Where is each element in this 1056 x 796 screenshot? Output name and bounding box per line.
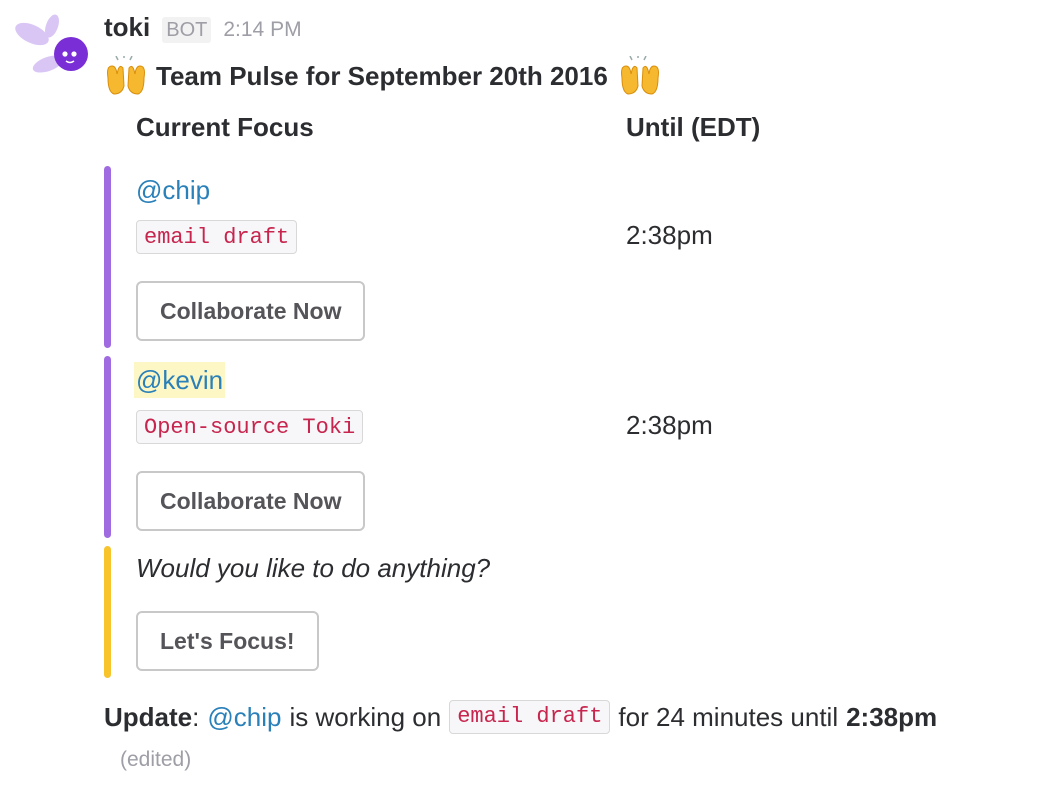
attachment-accent-bar <box>104 166 111 348</box>
update-colon: : <box>192 701 200 732</box>
collaborate-now-button[interactable]: Collaborate Now <box>136 471 366 531</box>
column-header-focus: Current Focus <box>136 112 314 142</box>
raised-hands-icon <box>107 56 145 95</box>
update-text-before: is working on <box>289 701 442 732</box>
column-header-until: Until (EDT) <box>626 112 761 142</box>
bot-avatar[interactable] <box>12 14 90 80</box>
title-text: Team Pulse for September 20th 2016 <box>156 60 608 91</box>
bot-badge: BOT <box>162 17 212 43</box>
update-label: Update <box>104 701 193 732</box>
prompt-text: Would you like to do anything? <box>136 553 491 583</box>
until-time: 2:38pm <box>626 410 713 440</box>
collaborate-now-button[interactable]: Collaborate Now <box>136 281 366 341</box>
bot-name[interactable]: toki <box>104 12 150 43</box>
until-time: 2:38pm <box>626 220 713 250</box>
attachment-accent-bar <box>104 546 111 678</box>
update-time: 2:38pm <box>846 701 938 732</box>
user-mention[interactable]: @chip <box>207 702 281 733</box>
message-title: Team Pulse for September 20th 2016 <box>104 56 662 96</box>
purple-fairy-icon <box>15 14 88 73</box>
message-header: toki BOT 2:14 PM <box>104 12 302 48</box>
user-mention[interactable]: @kevin <box>134 362 226 398</box>
edited-label: (edited) <box>120 748 192 771</box>
lets-focus-button[interactable]: Let's Focus! <box>136 611 319 671</box>
focus-task-code: email draft <box>136 220 298 254</box>
update-message: Update : @chip is working on email draft… <box>104 697 937 737</box>
message-timestamp[interactable]: 2:14 PM <box>223 18 301 42</box>
attachment-accent-bar <box>104 356 111 538</box>
user-mention[interactable]: @chip <box>136 172 210 208</box>
focus-task-code: Open-source Toki <box>136 410 364 444</box>
focus-task-code: email draft <box>449 700 611 734</box>
raised-hands-icon <box>620 56 659 95</box>
update-text-after: for 24 minutes until <box>618 701 839 732</box>
